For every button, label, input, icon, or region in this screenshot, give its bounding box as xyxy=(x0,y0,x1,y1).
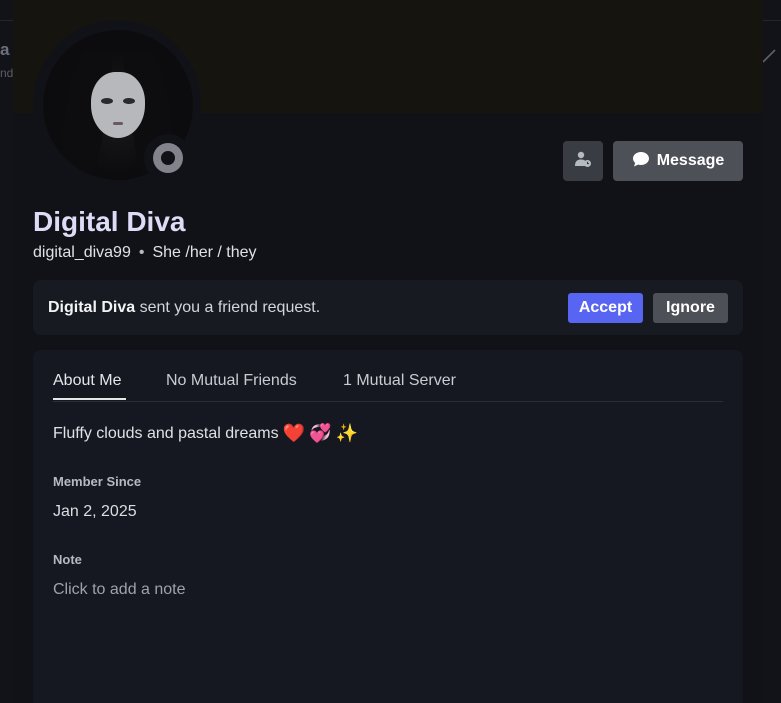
friend-request-bar: Digital Diva sent you a friend request. … xyxy=(33,280,743,335)
accept-button[interactable]: Accept xyxy=(568,293,643,323)
bio: Fluffy clouds and pastal dreams ❤️ 💞 ✨ xyxy=(53,423,358,444)
pencil-icon xyxy=(761,48,777,69)
friend-request-text: Digital Diva sent you a friend request. xyxy=(48,299,320,317)
background-text: a xyxy=(0,40,10,59)
pronouns: She /her / they xyxy=(152,244,257,261)
tab-mutual-servers[interactable]: 1 Mutual Server xyxy=(343,372,456,390)
member-since-label: Member Since xyxy=(53,474,142,489)
background-subtext: nd xyxy=(0,66,14,80)
ignore-button[interactable]: Ignore xyxy=(653,293,728,323)
bio-text: Fluffy clouds and pastal dreams xyxy=(53,424,279,442)
message-label: Message xyxy=(656,152,725,169)
username-line: digital_diva99 • She /her / they xyxy=(33,244,257,262)
username[interactable]: digital_diva99 xyxy=(33,244,131,262)
status-indicator xyxy=(144,134,192,182)
member-since-value: Jan 2, 2025 xyxy=(53,503,137,520)
friend-pending-button[interactable] xyxy=(563,141,603,181)
tab-about-me[interactable]: About Me xyxy=(53,372,121,390)
profile-panel: About Me No Mutual Friends 1 Mutual Serv… xyxy=(33,350,743,703)
profile-modal: Message Digital Diva digital_diva99 • Sh… xyxy=(13,0,763,703)
heart-emoji: ❤️ xyxy=(282,423,306,443)
offline-status-icon xyxy=(153,143,183,173)
request-sender: Digital Diva xyxy=(48,298,136,316)
user-pending-icon xyxy=(574,150,592,173)
separator-dot: • xyxy=(138,244,145,261)
message-button[interactable]: Message xyxy=(613,141,743,181)
request-message: sent you a friend request. xyxy=(135,298,321,316)
note-input[interactable]: Click to add a note xyxy=(53,581,186,599)
display-name: Digital Diva xyxy=(33,206,186,237)
tab-mutual-friends[interactable]: No Mutual Friends xyxy=(166,372,297,390)
profile-tabs: About Me No Mutual Friends 1 Mutual Serv… xyxy=(53,350,723,402)
active-tab-indicator xyxy=(53,398,126,400)
sparkles-emoji: ✨ xyxy=(335,423,358,443)
chat-bubble-icon xyxy=(632,150,650,173)
note-label: Note xyxy=(53,552,82,567)
two-hearts-emoji: 💞 xyxy=(309,423,332,443)
